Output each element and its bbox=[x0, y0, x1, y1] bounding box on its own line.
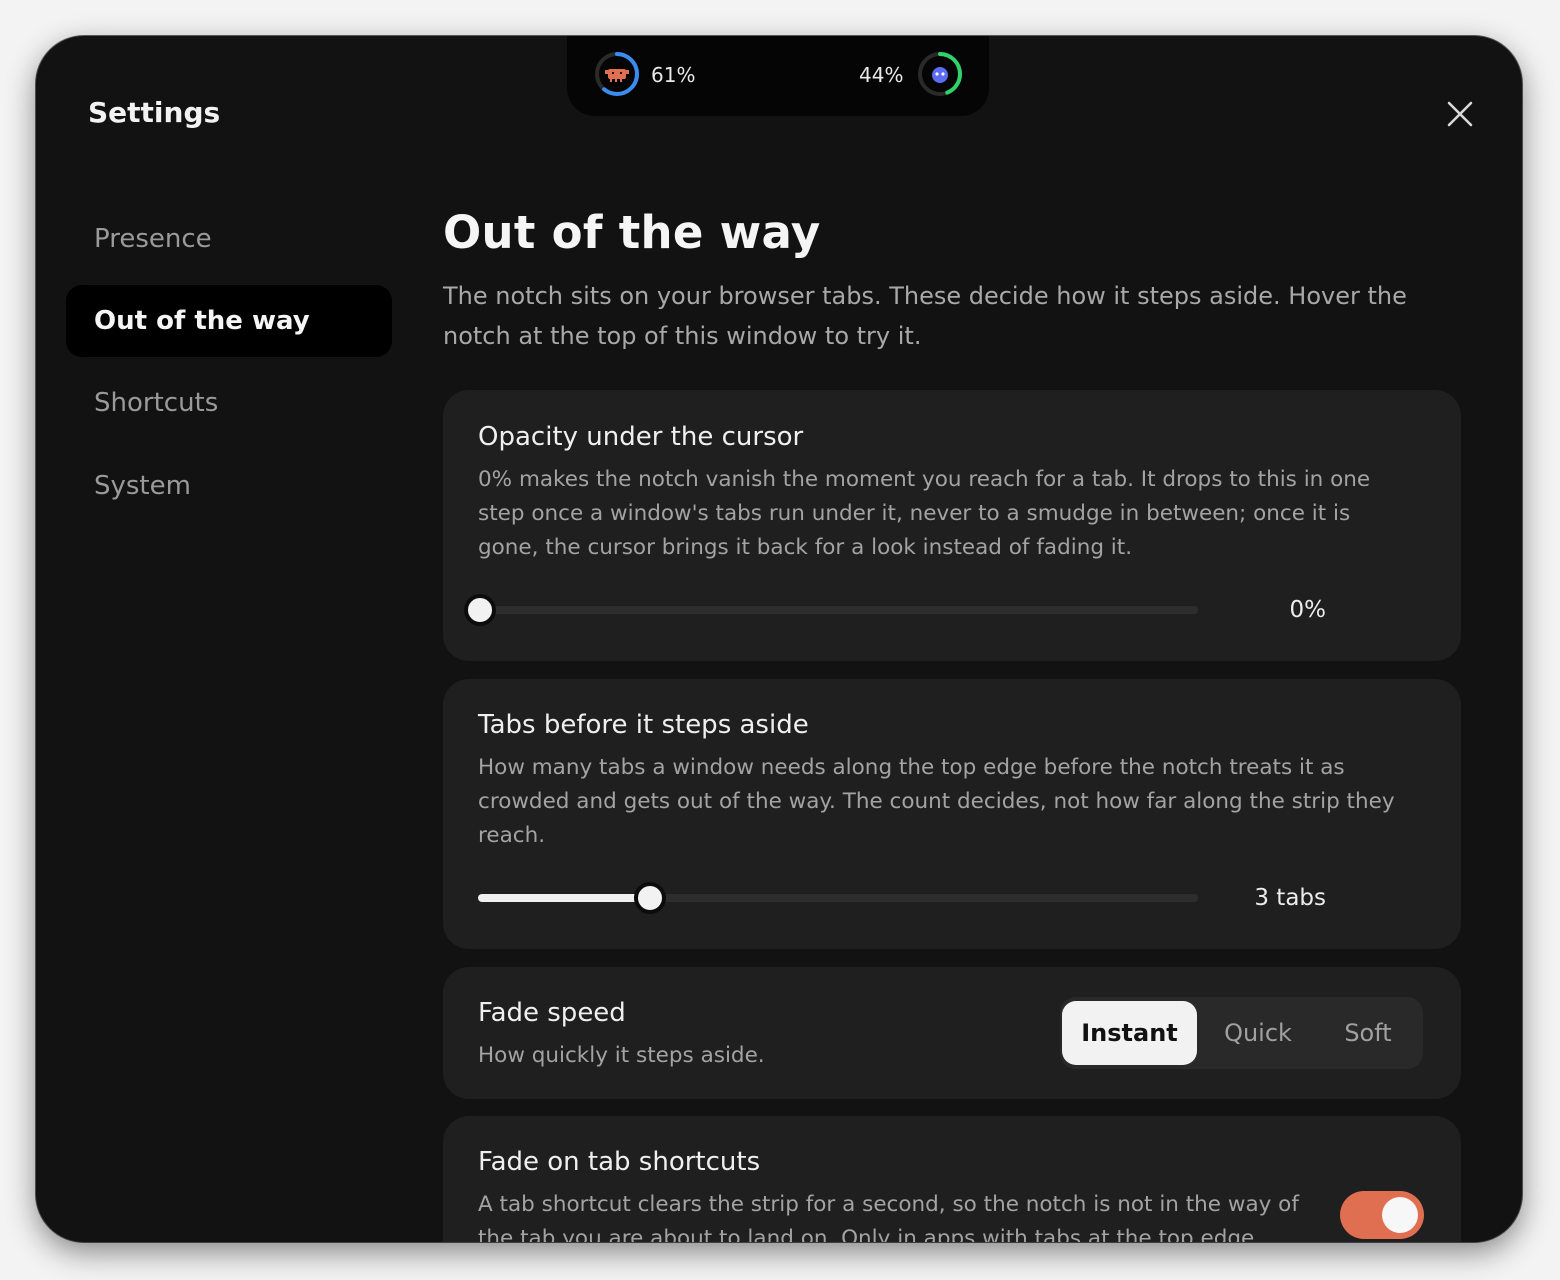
close-icon bbox=[1447, 101, 1473, 127]
sidebar-item-label: Presence bbox=[94, 224, 212, 254]
sidebar-item-presence[interactable]: Presence bbox=[66, 203, 392, 275]
blob-icon bbox=[932, 67, 948, 83]
fade-speed-card: Fade speed How quickly it steps aside. I… bbox=[443, 967, 1461, 1099]
fade-speed-option-quick[interactable]: Quick bbox=[1200, 1001, 1316, 1065]
right-usage-label: 44% bbox=[859, 63, 904, 87]
opacity-value: 0% bbox=[1289, 597, 1327, 623]
sidebar-item-out-of-the-way[interactable]: Out of the way bbox=[66, 285, 392, 357]
close-button[interactable] bbox=[1442, 96, 1478, 132]
tabs-threshold-card: Tabs before it steps aside How many tabs… bbox=[443, 679, 1461, 949]
fade-on-shortcuts-toggle[interactable] bbox=[1340, 1191, 1424, 1239]
fade-on-shortcuts-title: Fade on tab shortcuts bbox=[478, 1147, 761, 1177]
left-usage-meter bbox=[594, 51, 640, 97]
tabs-slider-fill bbox=[478, 894, 648, 902]
fade-speed-description: How quickly it steps aside. bbox=[478, 1043, 765, 1068]
sidebar-item-label: Shortcuts bbox=[94, 388, 219, 418]
fade-on-shortcuts-card: Fade on tab shortcuts A tab shortcut cle… bbox=[443, 1116, 1461, 1242]
fade-speed-title: Fade speed bbox=[478, 998, 626, 1028]
opacity-setting-card: Opacity under the cursor 0% makes the no… bbox=[443, 390, 1461, 661]
settings-window: 61% 44% Settings Presence Out of the way bbox=[36, 36, 1522, 1242]
sidebar-item-label: System bbox=[94, 471, 191, 501]
page-subtitle: The notch sits on your browser tabs. The… bbox=[443, 282, 1407, 350]
sidebar-item-shortcuts[interactable]: Shortcuts bbox=[66, 367, 392, 439]
right-usage-meter bbox=[917, 51, 963, 97]
sidebar-item-system[interactable]: System bbox=[66, 450, 392, 522]
fade-speed-option-soft[interactable]: Soft bbox=[1316, 1001, 1420, 1065]
notch[interactable]: 61% 44% bbox=[567, 36, 989, 116]
sidebar-item-label: Out of the way bbox=[94, 306, 310, 336]
tabs-slider-thumb[interactable] bbox=[633, 882, 666, 914]
left-usage-ring bbox=[595, 52, 639, 96]
crab-icon bbox=[605, 69, 629, 82]
page-title: Out of the way bbox=[443, 206, 821, 259]
fade-on-shortcuts-description: A tab shortcut clears the strip for a se… bbox=[478, 1192, 1299, 1242]
toggle-knob bbox=[1382, 1197, 1418, 1233]
fade-speed-option-instant[interactable]: Instant bbox=[1062, 1001, 1197, 1065]
tabs-threshold-value: 3 tabs bbox=[1254, 885, 1326, 911]
opacity-slider-track[interactable] bbox=[478, 606, 1198, 614]
right-usage-ring bbox=[918, 52, 962, 96]
fade-speed-segmented-control: Instant Quick Soft bbox=[1060, 997, 1423, 1069]
opacity-slider-thumb[interactable] bbox=[464, 594, 496, 626]
left-usage-label: 61% bbox=[651, 63, 696, 87]
window-title: Settings bbox=[88, 96, 221, 129]
